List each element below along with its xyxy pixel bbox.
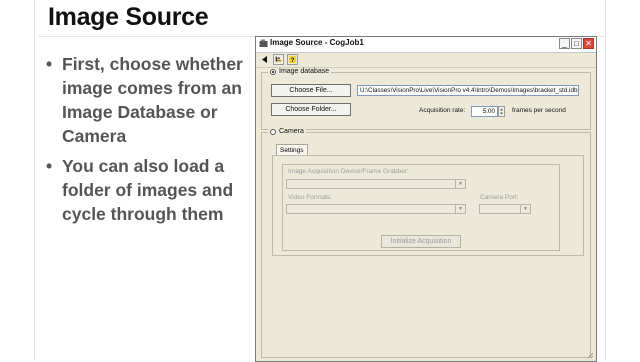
device-label: Image Acquisition Device/Frame Grabber:: [288, 168, 409, 175]
play-icon[interactable]: [259, 54, 270, 65]
choose-folder-button[interactable]: Choose Folder...: [271, 103, 351, 116]
bullet-item: First, choose whether image comes from a…: [46, 52, 251, 148]
window-titlebar[interactable]: Image Source - CogJob1 _ □ ✕: [256, 37, 596, 53]
maximize-button[interactable]: □: [571, 38, 582, 49]
chevron-down-icon: ▼: [455, 205, 465, 213]
device-select[interactable]: ▼: [286, 179, 466, 189]
acquisition-rate-label: Acquisition rate:: [419, 107, 466, 114]
camera-port-label: Camera Port:: [480, 194, 519, 201]
image-database-label: Image database: [279, 68, 330, 75]
camera-radio[interactable]: [270, 128, 276, 135]
file-path-field[interactable]: U:\Classes\VisionPro\Live\VisionPro v4.4…: [357, 85, 579, 96]
left-slide-border: [34, 0, 35, 360]
help-icon[interactable]: ?: [287, 54, 298, 65]
slide-title: Image Source: [48, 3, 209, 31]
acquisition-rate-input[interactable]: 5.00: [471, 106, 498, 117]
image-source-window: Image Source - CogJob1 _ □ ✕ ? Image dat…: [255, 36, 597, 362]
image-database-radio[interactable]: [270, 68, 276, 75]
close-button[interactable]: ✕: [583, 38, 594, 49]
camera-option[interactable]: Camera: [268, 128, 306, 135]
app-icon: [259, 39, 268, 47]
image-database-option[interactable]: Image database: [268, 68, 332, 75]
chevron-down-icon: ▼: [455, 180, 465, 188]
svg-text:?: ?: [291, 57, 295, 64]
bullet-item: You can also load a folder of images and…: [46, 154, 251, 226]
bullet-list: First, choose whether image comes from a…: [46, 52, 251, 232]
choose-file-button[interactable]: Choose File...: [271, 84, 351, 97]
initialize-acquisition-button[interactable]: Initialize Acquisition: [381, 235, 461, 248]
image-database-group: [261, 72, 591, 130]
resize-grip-icon[interactable]: [586, 351, 594, 359]
camera-label: Camera: [279, 128, 304, 135]
camera-port-select[interactable]: ▼: [479, 204, 531, 214]
tree-icon[interactable]: [273, 54, 284, 65]
minimize-button[interactable]: _: [559, 38, 570, 49]
video-formats-select[interactable]: ▼: [286, 204, 466, 214]
window-title: Image Source - CogJob1: [270, 38, 364, 47]
acquisition-rate-units: frames per second: [512, 107, 566, 114]
right-slide-border: [605, 0, 606, 360]
video-formats-label: Video Formats:: [288, 194, 332, 201]
chevron-down-icon: ▼: [520, 205, 530, 213]
acquisition-rate-spinner-icon[interactable]: [498, 106, 505, 117]
toolbar: ?: [256, 53, 596, 68]
